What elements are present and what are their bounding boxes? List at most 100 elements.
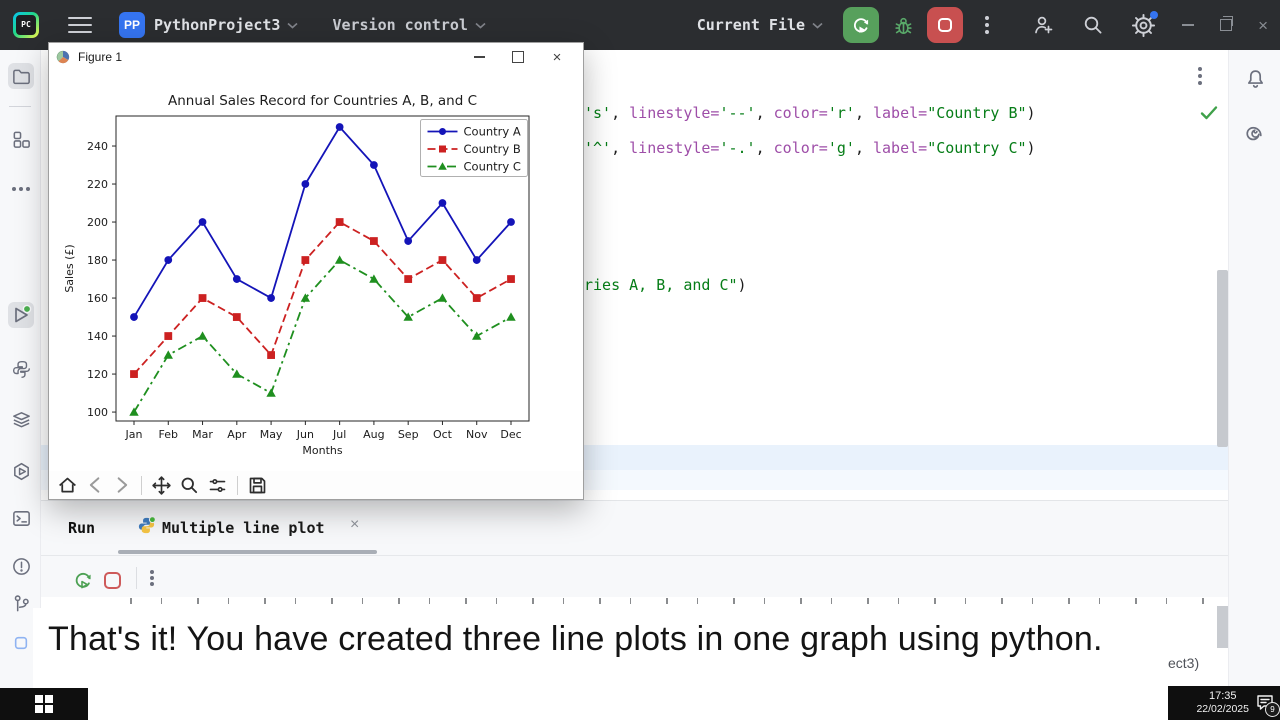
svg-text:160: 160: [87, 292, 108, 305]
project-badge[interactable]: PP: [119, 12, 145, 38]
vcs-menu[interactable]: Version control: [332, 16, 467, 34]
svg-text:220: 220: [87, 178, 108, 191]
blue-square-icon[interactable]: [8, 630, 34, 656]
more-actions-kebab-icon[interactable]: [969, 7, 1005, 43]
project-tool-icon[interactable]: [8, 63, 34, 89]
settings-icon[interactable]: [1131, 10, 1159, 38]
terminal-tool-icon[interactable]: [8, 505, 34, 531]
console-output-clipped: [130, 598, 1210, 604]
chevron-down-icon[interactable]: [287, 22, 298, 29]
svg-text:240: 240: [87, 140, 108, 153]
chevron-down-icon[interactable]: [812, 22, 823, 29]
status-bar-fragment: ect3): [1168, 655, 1200, 671]
window-restore-button[interactable]: [1220, 16, 1234, 31]
main-menu-icon[interactable]: [68, 17, 92, 33]
svg-text:Sales (£): Sales (£): [63, 244, 76, 292]
save-icon[interactable]: [247, 475, 268, 496]
windows-start-button[interactable]: [0, 688, 88, 720]
svg-text:Months: Months: [302, 444, 342, 457]
services-layers-icon[interactable]: [8, 406, 34, 432]
svg-text:Jul: Jul: [332, 428, 346, 441]
matplotlib-figure-window[interactable]: Figure 1 × Annual Sales Record for Count…: [48, 42, 584, 500]
chevron-down-icon[interactable]: [475, 22, 486, 29]
svg-text:Jun: Jun: [296, 428, 314, 441]
editor-scrollbar[interactable]: [1217, 270, 1228, 447]
zoom-icon[interactable]: [179, 475, 200, 496]
figure-minimize-button[interactable]: [460, 43, 498, 71]
svg-text:140: 140: [87, 330, 108, 343]
svg-text:Apr: Apr: [227, 428, 247, 441]
ai-assistant-icon[interactable]: [1242, 118, 1268, 144]
taskbar-clock[interactable]: 17:35 22/02/2025: [1196, 690, 1249, 717]
editor-options-kebab-icon[interactable]: [1198, 74, 1202, 78]
active-tab-indicator: [118, 550, 377, 554]
more-tools-icon[interactable]: [8, 176, 34, 202]
notifications-bell-icon[interactable]: [1242, 66, 1268, 92]
pycharm-logo-icon: PC: [13, 12, 39, 38]
project-name[interactable]: PythonProject3: [154, 16, 280, 34]
python-packages-icon[interactable]: [8, 356, 34, 382]
svg-text:Oct: Oct: [433, 428, 453, 441]
svg-text:180: 180: [87, 254, 108, 267]
run-tool-window: Run Multiple line plot ×: [40, 500, 1228, 597]
svg-text:Mar: Mar: [192, 428, 213, 441]
svg-text:Dec: Dec: [500, 428, 521, 441]
svg-text:Aug: Aug: [363, 428, 384, 441]
rerun-console-icon[interactable]: [72, 569, 94, 591]
run-config-selector[interactable]: Current File: [697, 16, 805, 34]
taskbar-date: 22/02/2025: [1196, 703, 1249, 716]
run-tab-label[interactable]: Multiple line plot: [162, 519, 325, 537]
svg-text:Country B: Country B: [464, 142, 521, 156]
debug-button[interactable]: [885, 7, 921, 43]
taskbar-tray[interactable]: 17:35 22/02/2025 9: [1168, 686, 1280, 720]
forward-icon[interactable]: [112, 475, 132, 495]
search-icon[interactable]: [1081, 13, 1105, 37]
run-anything-hexagon-icon[interactable]: [8, 458, 34, 484]
figure-titlebar[interactable]: Figure 1 ×: [49, 43, 583, 71]
window-close-button[interactable]: ×: [1258, 17, 1268, 34]
back-icon[interactable]: [85, 475, 105, 495]
console-options-kebab-icon[interactable]: [150, 576, 154, 580]
windows-logo-icon: [35, 695, 53, 713]
pycharm-window: PC PP PythonProject3 Version control Cur…: [0, 0, 1280, 720]
notification-count-badge: 9: [1265, 702, 1280, 717]
figure-maximize-button[interactable]: [499, 43, 537, 71]
structure-tool-icon[interactable]: [8, 126, 34, 152]
figure-toolbar: [49, 471, 583, 499]
stop-button[interactable]: [927, 7, 964, 43]
rerun-button[interactable]: [843, 7, 880, 43]
taskbar-time: 17:35: [1208, 689, 1237, 702]
svg-text:Country A: Country A: [464, 125, 521, 139]
svg-text:120: 120: [87, 368, 108, 381]
home-icon[interactable]: [57, 475, 78, 496]
problems-tool-icon[interactable]: [8, 553, 34, 579]
svg-text:Annual Sales Record for Countr: Annual Sales Record for Countries A, B, …: [168, 93, 477, 109]
figure-canvas[interactable]: Annual Sales Record for Countries A, B, …: [49, 71, 583, 471]
notification-center-icon[interactable]: 9: [1255, 692, 1280, 717]
figure-close-button[interactable]: ×: [538, 43, 576, 71]
svg-text:Country C: Country C: [464, 160, 521, 174]
git-branch-icon[interactable]: [8, 590, 34, 616]
svg-text:100: 100: [87, 406, 108, 419]
tutorial-caption: That's it! You have created three line p…: [33, 608, 1163, 712]
tab-close-icon[interactable]: ×: [350, 516, 359, 534]
inspection-ok-check-icon[interactable]: [1200, 105, 1218, 121]
window-minimize-button[interactable]: [1182, 24, 1195, 26]
code-line[interactable]: ries A, B, and C"): [584, 275, 747, 295]
stop-console-icon[interactable]: [103, 571, 122, 590]
add-user-icon[interactable]: [1031, 13, 1055, 37]
svg-text:May: May: [260, 428, 283, 441]
pan-icon[interactable]: [151, 475, 172, 496]
run-tool-icon[interactable]: [8, 302, 34, 328]
python-file-icon: [137, 516, 156, 535]
code-line[interactable]: 's', linestyle='--', color='r', label="C…: [584, 103, 1036, 123]
configure-subplots-icon[interactable]: [207, 475, 228, 496]
figure-app-icon: [56, 50, 70, 64]
svg-text:200: 200: [87, 216, 108, 229]
run-panel-label[interactable]: Run: [68, 519, 95, 537]
svg-text:Feb: Feb: [159, 428, 178, 441]
notification-dot: [1150, 10, 1159, 19]
code-line[interactable]: '^', linestyle='-.', color='g', label="C…: [584, 138, 1036, 158]
right-tool-rail: [1228, 50, 1280, 688]
figure-title: Figure 1: [78, 50, 123, 64]
